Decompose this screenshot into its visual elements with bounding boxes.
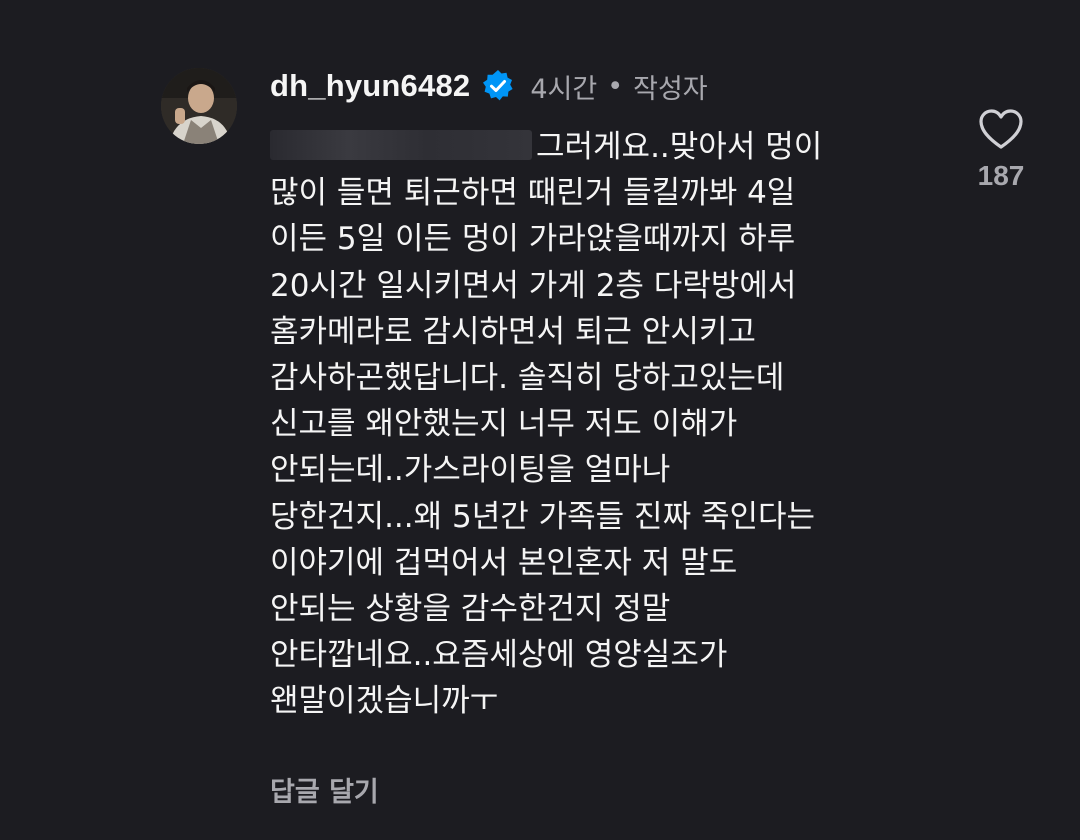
like-area: 187 <box>966 108 1036 192</box>
like-count: 187 <box>977 160 1025 191</box>
comment-item: dh_hyun6482 4시간 • 작성자 그러게요..맞아서 멍이 많이 들면… <box>0 0 1080 840</box>
avatar-photo <box>161 68 237 144</box>
reply-button[interactable]: 답글 달기 <box>270 770 379 809</box>
comment-text: 그러게요..맞아서 멍이 많이 들면 퇴근하면 때린거 들킬까봐 4일 이든 5… <box>270 124 970 724</box>
comment-line: 안되는데..가스라이팅을 얼마나 <box>270 452 671 489</box>
comment-line-text: 그러게요..맞아서 멍이 <box>536 129 823 165</box>
comment-header: dh_hyun6482 4시간 • 작성자 <box>270 64 708 108</box>
comment-line: 안타깝네요..요즘세상에 영양실조가 <box>270 637 728 674</box>
comment-line: 이든 5일 이든 멍이 가라앉을때까지 하루 <box>270 221 796 258</box>
comment-line: 왠말이겠습니까ㅜ <box>270 683 499 720</box>
avatar[interactable] <box>161 68 237 144</box>
comment-line: 당한건지...왜 5년간 가족들 진짜 죽인다는 <box>270 498 816 535</box>
comment-line: 많이 들면 퇴근하면 때린거 들킬까봐 4일 <box>270 175 796 212</box>
redacted-mention <box>270 129 532 160</box>
heart-outline-icon[interactable] <box>978 108 1024 150</box>
meta-separator: • <box>607 70 624 102</box>
comment-line: 20시간 일시키면서 가게 2층 다락방에서 <box>270 267 797 304</box>
comment-time: 4시간 <box>530 73 598 105</box>
verified-badge-icon <box>481 69 515 103</box>
comment-line: 안되는 상황을 감수한건지 정말 <box>270 590 671 627</box>
author-label: 작성자 <box>633 73 708 105</box>
comment-line: 이야기에 겁먹어서 본인혼자 저 말도 <box>270 544 738 581</box>
comment-line: 감사하곤했답니다. 솔직히 당하고있는데 <box>270 359 785 396</box>
username[interactable]: dh_hyun6482 <box>270 68 470 104</box>
comment-line: 홈카메라로 감시하면서 퇴근 안시키고 <box>270 313 756 350</box>
comment-line: 신고를 왜안했는지 너무 저도 이해가 <box>270 406 738 443</box>
comment-line: 그러게요..맞아서 멍이 <box>270 124 970 170</box>
